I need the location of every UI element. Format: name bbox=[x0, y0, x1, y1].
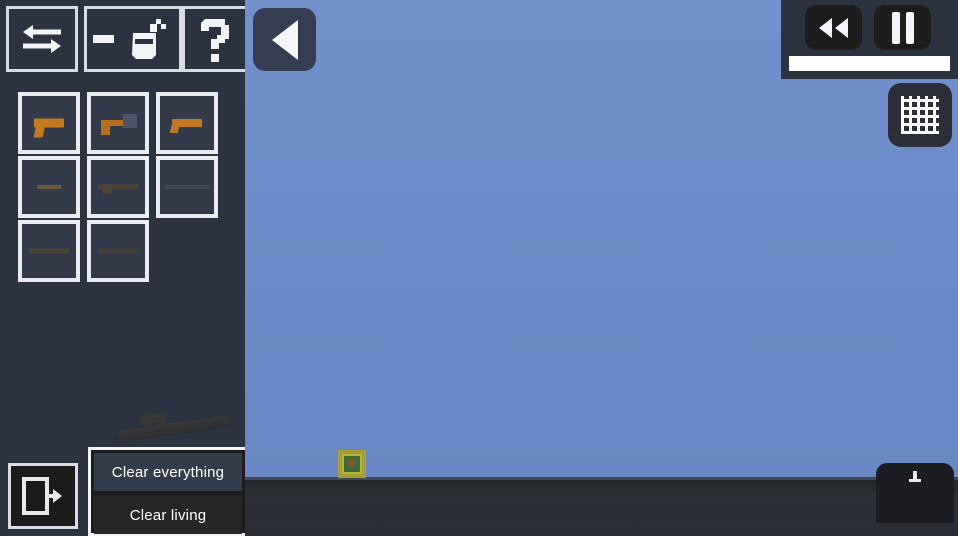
spray-can-button[interactable] bbox=[114, 6, 182, 72]
rifle-icon bbox=[99, 248, 137, 254]
pistol-icon bbox=[34, 118, 64, 128]
exit-button[interactable] bbox=[8, 463, 78, 529]
small-rifle-icon bbox=[37, 185, 61, 189]
collapse-panel-button[interactable] bbox=[253, 8, 316, 71]
question-mark-icon bbox=[200, 19, 229, 62]
download-icon bbox=[909, 471, 921, 485]
download-button[interactable] bbox=[876, 463, 954, 523]
pause-icon-bar-left bbox=[891, 11, 900, 44]
weapon-slot-3[interactable] bbox=[156, 92, 218, 154]
weapon-slot-5[interactable] bbox=[87, 156, 149, 218]
clear-everything-button[interactable]: Clear everything bbox=[94, 453, 242, 491]
weapon-inventory-grid bbox=[18, 92, 234, 282]
assault-rifle-icon bbox=[98, 184, 138, 194]
clear-buttons-group: Clear everything Clear living bbox=[88, 447, 245, 536]
sniper-rifle-icon bbox=[165, 185, 209, 189]
weapon-slot-7[interactable] bbox=[18, 220, 80, 282]
revolver-icon bbox=[172, 119, 202, 127]
triangle-left-icon bbox=[271, 19, 298, 60]
shotgun-icon bbox=[29, 248, 69, 254]
timeline-progress-bar[interactable] bbox=[789, 56, 950, 71]
pause-button[interactable] bbox=[874, 5, 931, 50]
left-sidebar-panel: Clear everything Clear living bbox=[0, 0, 245, 536]
help-button[interactable] bbox=[182, 6, 245, 72]
clear-living-button[interactable]: Clear living bbox=[94, 496, 242, 534]
rewind-button[interactable] bbox=[805, 5, 862, 50]
pause-icon-bar-right bbox=[905, 11, 914, 44]
weapon-slot-6[interactable] bbox=[156, 156, 218, 218]
grid-icon bbox=[901, 96, 939, 134]
swap-weapons-button[interactable] bbox=[6, 6, 78, 72]
scene-object-crate[interactable] bbox=[338, 450, 366, 478]
grid-toggle-button[interactable] bbox=[888, 83, 952, 147]
preview-barrel bbox=[117, 415, 229, 443]
playback-controls-bar bbox=[781, 0, 958, 79]
weapon-slot-4[interactable] bbox=[18, 156, 80, 218]
app-root: Clear everything Clear living bbox=[0, 0, 958, 536]
exit-door-icon bbox=[22, 477, 62, 515]
panel-toolbar bbox=[0, 0, 245, 78]
submachine-gun-icon bbox=[101, 114, 137, 135]
spray-can-icon bbox=[131, 19, 166, 59]
rewind-icon bbox=[818, 17, 848, 38]
swap-arrows-icon bbox=[23, 25, 61, 53]
crate-detail-dot bbox=[347, 458, 356, 467]
weapon-slot-1[interactable] bbox=[18, 92, 80, 154]
weapon-slot-8[interactable] bbox=[87, 220, 149, 282]
weapon-slot-2[interactable] bbox=[87, 92, 149, 154]
